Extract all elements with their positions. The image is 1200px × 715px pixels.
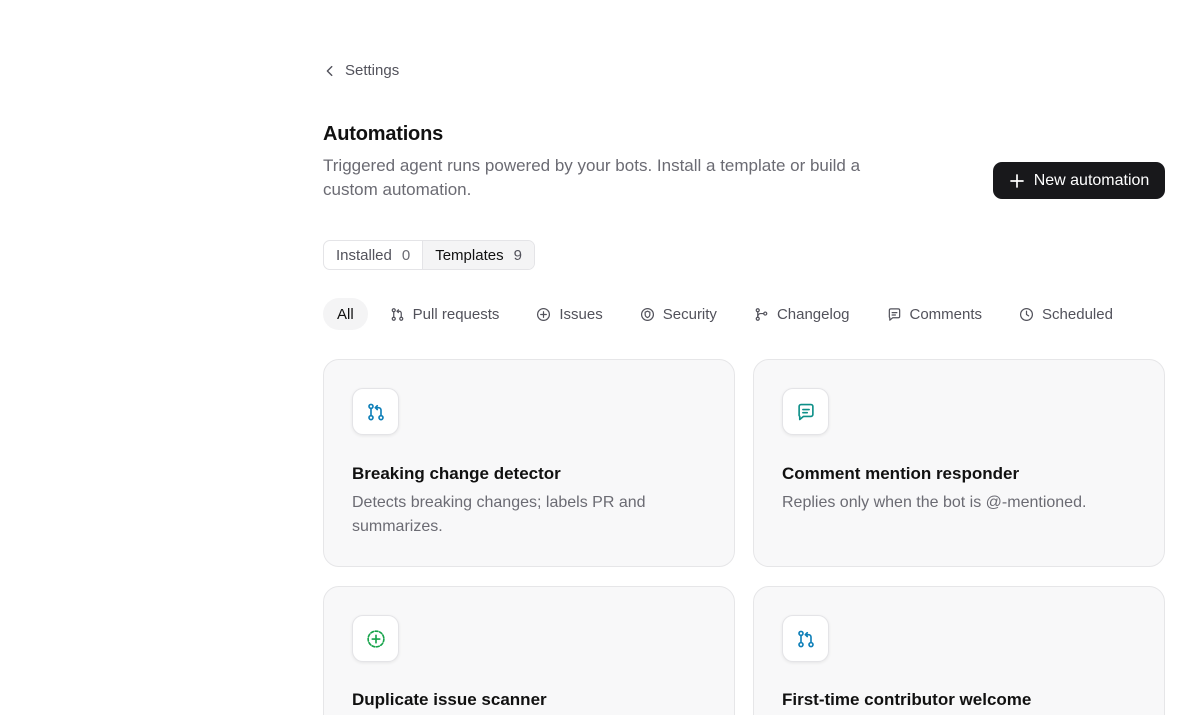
issue-icon — [366, 629, 385, 648]
template-card-comment-mention-responder[interactable]: Comment mention responder Replies only w… — [753, 359, 1165, 567]
tab-installed-label: Installed — [336, 246, 392, 264]
filter-pull-requests[interactable]: Pull requests — [390, 298, 500, 330]
template-icon-box — [782, 615, 829, 662]
template-card-duplicate-issue-scanner[interactable]: Duplicate issue scanner — [323, 586, 735, 715]
filter-comments[interactable]: Comments — [887, 298, 983, 330]
template-description: Detects breaking changes; labels PR and … — [352, 494, 646, 535]
tab-templates-label: Templates — [435, 246, 504, 264]
filter-scheduled-label: Scheduled — [1042, 305, 1113, 323]
template-card-breaking-change-detector[interactable]: Breaking change detector Detects breakin… — [323, 359, 735, 567]
tab-installed-count: 0 — [401, 246, 411, 264]
comment-icon — [797, 403, 814, 420]
git-branch-icon — [755, 307, 768, 321]
new-automation-label: New automation — [1033, 171, 1150, 189]
category-filters: All Pull requests Issues Security Change… — [323, 298, 1113, 330]
tab-templates-count: 9 — [513, 246, 522, 264]
new-automation-button[interactable]: New automation — [993, 162, 1165, 199]
back-link-label: Settings — [345, 62, 400, 79]
template-card-first-time-contributor-welcome[interactable]: First-time contributor welcome — [753, 586, 1165, 715]
issue-icon — [537, 307, 551, 321]
page-title: Automations — [323, 123, 444, 145]
template-description: Replies only when the bot is @-mentioned… — [782, 494, 1087, 511]
chevron-left-icon — [326, 65, 333, 76]
template-title: Duplicate issue scanner — [352, 690, 547, 709]
filter-comments-label: Comments — [909, 305, 983, 323]
back-to-settings-link[interactable]: Settings — [323, 62, 399, 79]
filter-changelog[interactable]: Changelog — [754, 298, 850, 330]
filter-issues[interactable]: Issues — [536, 298, 603, 330]
git-pull-request-icon — [367, 403, 384, 420]
git-pull-request-icon — [797, 630, 814, 647]
git-pull-request-icon — [391, 307, 404, 321]
template-title: Comment mention responder — [782, 464, 1020, 483]
tab-templates[interactable]: Templates 9 — [422, 241, 534, 269]
view-toggle: Installed 0 Templates 9 — [323, 240, 535, 270]
tab-installed[interactable]: Installed 0 — [324, 241, 422, 269]
template-icon-box — [782, 388, 829, 435]
plus-icon — [1009, 173, 1024, 188]
comment-icon — [888, 307, 900, 321]
filter-all-label: All — [337, 305, 354, 323]
filter-security[interactable]: Security — [640, 298, 717, 330]
clock-icon — [1020, 307, 1034, 321]
filter-all[interactable]: All — [323, 298, 368, 330]
template-title: Breaking change detector — [352, 464, 561, 483]
filter-security-label: Security — [662, 305, 717, 323]
page-subtitle: Triggered agent runs powered by your bot… — [323, 156, 861, 199]
filter-scheduled[interactable]: Scheduled — [1019, 298, 1113, 330]
filter-changelog-label: Changelog — [776, 305, 850, 323]
template-icon-box — [352, 388, 399, 435]
template-title: First-time contributor welcome — [782, 690, 1032, 709]
filter-issues-label: Issues — [559, 305, 603, 323]
security-icon — [640, 307, 654, 321]
filter-pull-requests-label: Pull requests — [412, 305, 500, 323]
template-icon-box — [352, 615, 399, 662]
